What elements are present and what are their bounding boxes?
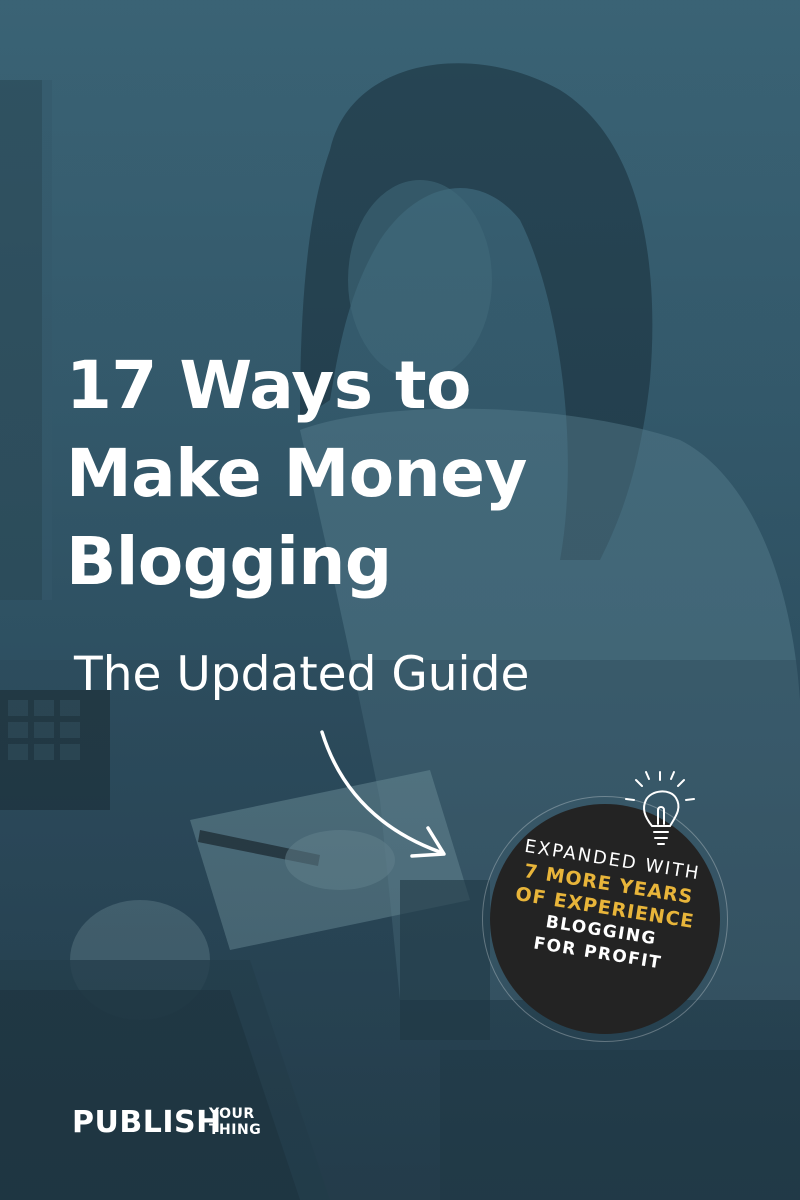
experience-badge: EXPANDED WITH 7 MORE YEARS OF EXPERIENCE… [470, 760, 740, 1060]
brand-tagline-bottom: THING [209, 1122, 262, 1138]
headline-line-3: Blogging [66, 523, 392, 600]
headline-line-1: 17 Ways to [66, 347, 471, 424]
brand-tagline-top: YOUR [209, 1106, 255, 1122]
headline: 17 Ways to Make Money Blogging [66, 342, 527, 606]
brand-name: PUBLISH [72, 1105, 222, 1140]
brand-tagline: YOUR THING [209, 1106, 309, 1138]
pin-graphic: 17 Ways to Make Money Blogging The Updat… [0, 0, 800, 1200]
curved-arrow-icon [320, 730, 446, 858]
headline-line-2: Make Money [66, 435, 527, 512]
subtitle: The Updated Guide [74, 647, 530, 702]
lightbulb-icon [625, 771, 695, 845]
